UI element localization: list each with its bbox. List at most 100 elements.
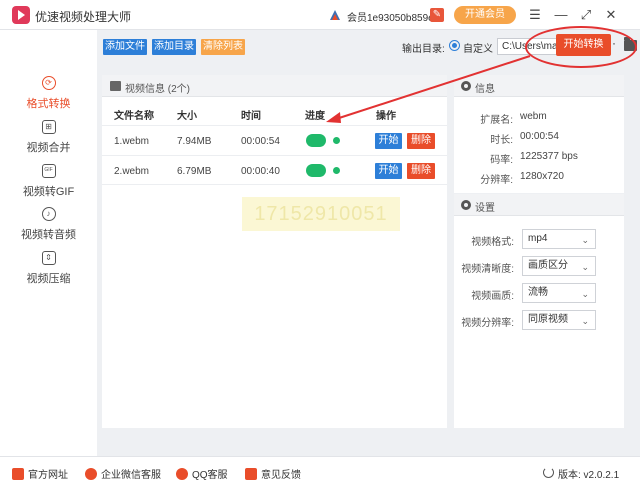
gear-icon — [461, 200, 471, 210]
info-key-duration: 时长: — [490, 135, 513, 146]
resolution-select[interactable]: 同原视频 ⌄ — [522, 310, 596, 330]
feedback-link[interactable]: 意见反馈 — [245, 466, 301, 481]
file-name: 2.webm — [114, 166, 150, 177]
info-value-extension: webm — [520, 111, 547, 122]
video-list-panel: 视频信息 (2个) 文件名称 大小 时间 进度 操作 1.webm 7.94MB… — [102, 75, 447, 428]
clarity-select-value: 画质区分 — [528, 260, 568, 271]
sidebar-item-label: 视频压缩 — [26, 273, 71, 285]
resolution-select-value: 同原视频 — [528, 314, 568, 325]
row-delete-button[interactable]: 删除 — [407, 163, 435, 179]
user-name: 会员1e93050b859e — [347, 13, 434, 24]
sidebar-item-label: 格式转换 — [26, 98, 71, 110]
audio-icon: ♪ — [41, 207, 56, 221]
add-folder-button[interactable]: 添加目录 — [152, 39, 196, 55]
custom-dir-radio[interactable] — [449, 40, 460, 51]
info-key-extension: 扩展名: — [480, 115, 513, 126]
image-icon — [110, 81, 121, 91]
format-select[interactable]: mp4 ⌄ — [522, 229, 596, 249]
file-size: 6.79MB — [177, 166, 212, 177]
app-title: 优速视频处理大师 — [35, 10, 132, 24]
video-list-title: 视频信息 (2个) — [125, 84, 190, 95]
file-size: 7.94MB — [177, 136, 212, 147]
video-list-header: 视频信息 (2个) — [102, 75, 447, 97]
progress-toggle — [306, 134, 326, 147]
sidebar-item-label: 视频转音频 — [21, 229, 76, 241]
official-site-link[interactable]: 官方网址 — [12, 466, 68, 481]
compress-icon: ⇕ — [41, 251, 56, 265]
info-key-resolution: 分辨率: — [480, 175, 513, 186]
clarity-select[interactable]: 画质区分 ⌄ — [522, 256, 596, 276]
footer: 官方网址 企业微信客服 QQ客服 意见反馈 版本: v2.0.2.1 — [0, 456, 640, 486]
column-header-name: 文件名称 — [114, 111, 154, 122]
gif-icon: GIF — [41, 164, 56, 178]
column-header-action: 操作 — [376, 111, 396, 122]
quality-select[interactable]: 流畅 ⌄ — [522, 283, 596, 303]
sidebar-item-video-to-audio[interactable]: ♪ 视频转音频 — [0, 207, 97, 242]
quality-select-value: 流畅 — [528, 287, 548, 298]
info-title: 信息 — [475, 84, 495, 95]
watermark: 17152910051 — [242, 197, 400, 231]
sidebar: ⟳ 格式转换 ⊞ 视频合并 GIF 视频转GIF ♪ 视频转音频 ⇕ 视频压缩 — [0, 30, 97, 456]
qq-support-label: QQ客服 — [192, 470, 228, 481]
official-site-label: 官方网址 — [28, 470, 68, 481]
sidebar-item-label: 视频合并 — [26, 142, 71, 154]
info-panel: 信息 扩展名: webm 时长: 00:00:54 码率: 1225377 bp… — [454, 75, 624, 193]
wechat-support-link[interactable]: 企业微信客服 — [85, 466, 161, 481]
minimize-icon[interactable]: — — [552, 6, 570, 24]
edit-profile-icon[interactable]: ✎ — [430, 8, 444, 22]
settings-title: 设置 — [475, 203, 495, 214]
info-header: 信息 — [454, 75, 624, 97]
qq-icon — [176, 468, 188, 480]
setting-key-resolution: 视频分辨率: — [461, 318, 514, 329]
file-duration: 00:00:54 — [241, 136, 280, 147]
user-avatar-icon — [330, 10, 340, 20]
file-duration: 00:00:40 — [241, 166, 280, 177]
feedback-icon — [245, 468, 257, 480]
sidebar-item-video-compress[interactable]: ⇕ 视频压缩 — [0, 251, 97, 286]
gear-icon — [461, 81, 471, 91]
table-row: 1.webm 7.94MB 00:00:54 开始 删除 — [102, 125, 447, 155]
chevron-down-icon: ⌄ — [581, 235, 589, 245]
wechat-icon — [85, 468, 97, 480]
info-key-bitrate: 码率: — [490, 155, 513, 166]
setting-key-format: 视频格式: — [471, 237, 514, 248]
refresh-icon: ⟳ — [41, 76, 56, 90]
version-label: 版本: v2.0.2.1 — [558, 470, 620, 481]
done-check-icon — [333, 167, 340, 174]
row-delete-button[interactable]: 删除 — [407, 133, 435, 149]
feedback-label: 意见反馈 — [261, 470, 301, 481]
info-value-resolution: 1280x720 — [520, 171, 564, 182]
column-header-size: 大小 — [177, 111, 197, 122]
settings-panel: 设置 视频格式: mp4 ⌄ 视频清晰度: 画质区分 ⌄ 视频画质: 流畅 ⌄ 视频分… — [454, 194, 624, 428]
row-start-button[interactable]: 开始 — [375, 163, 402, 179]
title-bar: 优速视频处理大师 会员1e93050b859e ✎ 开通会员 ☰ — ⤢ ✕ — [0, 0, 640, 30]
output-dir-label: 输出目录: — [402, 44, 445, 55]
wechat-support-label: 企业微信客服 — [101, 470, 161, 481]
website-icon — [12, 468, 24, 480]
update-icon[interactable] — [543, 467, 554, 478]
sidebar-item-video-to-gif[interactable]: GIF 视频转GIF — [0, 164, 97, 199]
settings-header: 设置 — [454, 194, 624, 216]
chevron-down-icon: ⌄ — [581, 289, 589, 299]
open-vip-button[interactable]: 开通会员 — [454, 6, 516, 24]
clear-list-button[interactable]: 清除列表 — [201, 39, 245, 55]
column-header-progress: 进度 — [305, 111, 325, 122]
sidebar-item-video-merge[interactable]: ⊞ 视频合并 — [0, 120, 97, 155]
qq-support-link[interactable]: QQ客服 — [176, 466, 228, 481]
done-check-icon — [333, 137, 340, 144]
chevron-down-icon: ⌄ — [581, 262, 589, 272]
info-value-duration: 00:00:54 — [520, 131, 559, 142]
table-row: 2.webm 6.79MB 00:00:40 开始 删除 — [102, 155, 447, 185]
custom-dir-label: 自定义 — [463, 44, 493, 55]
file-name: 1.webm — [114, 136, 150, 147]
restore-icon[interactable]: ⤢ — [577, 6, 595, 24]
highlight-ring — [525, 26, 637, 68]
row-start-button[interactable]: 开始 — [375, 133, 402, 149]
close-icon[interactable]: ✕ — [602, 6, 620, 24]
merge-icon: ⊞ — [41, 120, 56, 134]
menu-icon[interactable]: ☰ — [526, 6, 544, 24]
sidebar-item-format-convert[interactable]: ⟳ 格式转换 — [0, 76, 97, 111]
setting-key-quality: 视频画质: — [471, 291, 514, 302]
add-file-button[interactable]: 添加文件 — [103, 39, 147, 55]
info-value-bitrate: 1225377 bps — [520, 151, 578, 162]
